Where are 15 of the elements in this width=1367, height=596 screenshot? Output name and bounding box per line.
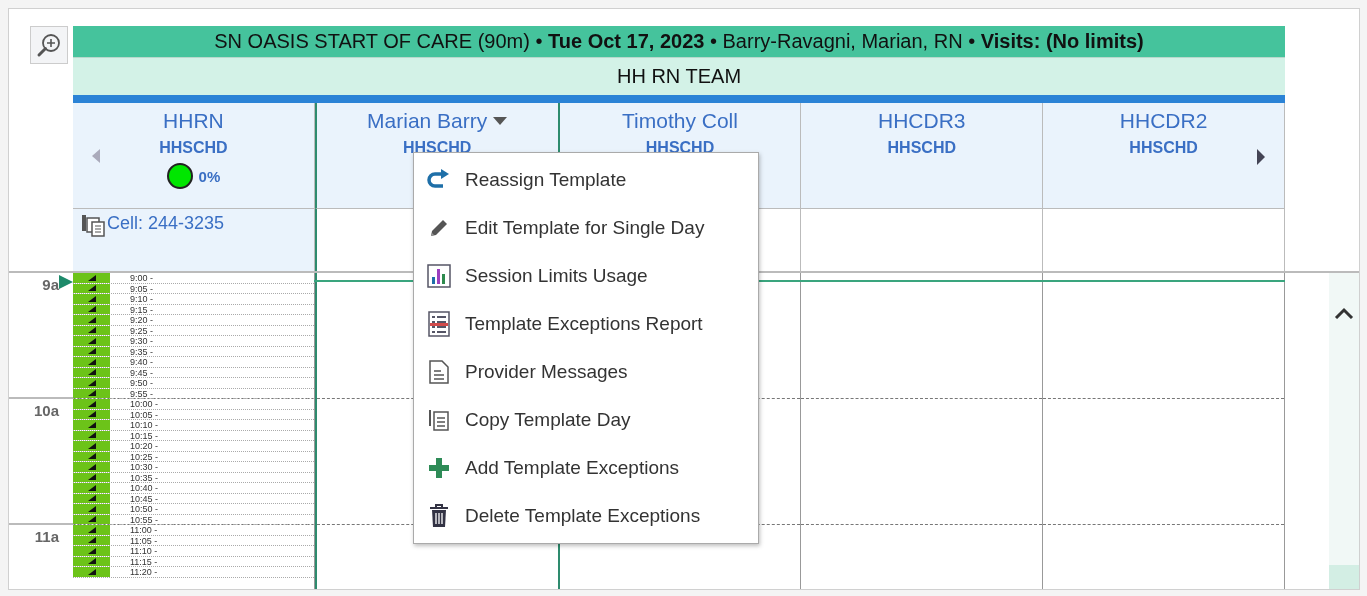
- phone-number: Cell: 244-3235: [107, 213, 225, 234]
- provider-schedule: HHSCHD: [887, 139, 956, 157]
- provider-name: Marian Barry: [367, 109, 488, 133]
- hour-label: 9a: [42, 276, 59, 293]
- provider-name: HHCDR2: [1119, 109, 1208, 133]
- team-name: HH RN TEAM: [616, 65, 742, 88]
- appointment-title: SN OASIS START OF CARE (90m) • Tue Oct 17, 2023 • Barry-Ravagni, Marian, RN • Visits: (No limits): [214, 30, 1144, 53]
- hour-label: 11a: [34, 528, 59, 545]
- hour-label: 10a: [33, 402, 59, 419]
- provider-schedule: HHSCHD: [159, 139, 228, 157]
- provider-name: Timothy Coll: [622, 109, 738, 133]
- provider-schedule: HHSCHD: [1129, 139, 1198, 157]
- provider-name: HHCDR3: [878, 109, 966, 133]
- provider-name: HHRN: [163, 109, 224, 133]
- utilization-percent: 0%: [198, 167, 221, 185]
